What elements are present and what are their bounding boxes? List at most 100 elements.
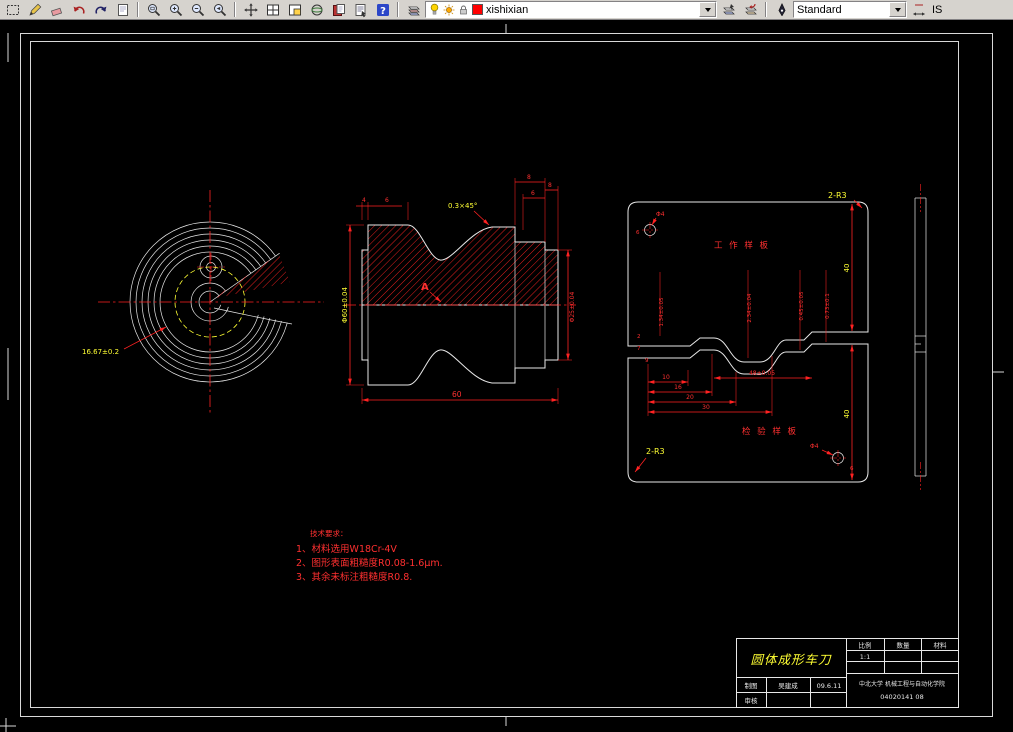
- plot-preview-button[interactable]: [112, 0, 133, 19]
- pen-nib-icon: [778, 2, 785, 16]
- template-view: 2-R3 2-R3 工 作 样 板 检 验 样 板 40 40 10 16 20…: [627, 191, 869, 483]
- dim-style-icon: [912, 4, 925, 16]
- pan-icon: [243, 2, 258, 17]
- hole-dim-top: Φ4: [656, 211, 665, 218]
- small-dim-1: 2: [637, 334, 641, 340]
- text-style-button[interactable]: [771, 0, 792, 19]
- eraser-icon: [50, 7, 62, 16]
- style-combo[interactable]: Standard: [793, 1, 907, 18]
- viewports-icon: [266, 4, 279, 15]
- lock-icon: [460, 5, 467, 14]
- properties-icon: [355, 3, 366, 17]
- title-block: 圆体成形车刀 比例 数量 材料 1:1 制图 吴建成 09.6.11 审核 中北…: [736, 638, 959, 708]
- chain-dim-1: 10: [662, 374, 670, 381]
- check-template-label: 检 验 样 板: [742, 426, 798, 437]
- chain-dim-3: 20: [686, 394, 694, 401]
- viewports-button[interactable]: [262, 0, 283, 19]
- sketch-tool-button[interactable]: [24, 0, 45, 19]
- help-icon: ?: [376, 3, 389, 17]
- layer-combo-value: xishixian: [486, 3, 529, 16]
- maker-date: 09.6.11: [817, 682, 842, 690]
- height-dim-bottom: 40: [843, 410, 851, 419]
- zoom-out-button[interactable]: [187, 0, 208, 19]
- sun-icon: [443, 4, 455, 15]
- zoom-in-icon: [169, 3, 182, 16]
- technical-notes: 技术要求： 1、材料选用W18Cr-4V 2、图形表面粗糙度R0.08-1.6μ…: [296, 528, 443, 583]
- notes-heading: 技术要求：: [310, 528, 348, 538]
- layer-manager-button[interactable]: [403, 0, 424, 19]
- chamfer-dim: 0.3×45°: [448, 202, 477, 210]
- svg-text:?: ?: [380, 6, 386, 17]
- selection-tool-button[interactable]: [2, 0, 23, 19]
- shank-dim: Φ25±0.04: [569, 291, 576, 322]
- dim-style-button[interactable]: [908, 0, 929, 19]
- pencil-icon: [28, 3, 41, 16]
- profile-dim-4: 0.73±0.1: [825, 293, 831, 319]
- width-dim: 48±0.05: [749, 370, 775, 377]
- redo-icon: [94, 6, 106, 14]
- undo-button[interactable]: [68, 0, 89, 19]
- note-2: 2、图形表面粗糙度R0.08-1.6μm.: [296, 557, 443, 569]
- dim-right-3: 6: [531, 190, 535, 197]
- named-views-icon: [288, 4, 301, 15]
- front-radius-dim: 16.67±0.2: [82, 348, 119, 356]
- eraser-tool-button[interactable]: [46, 0, 67, 19]
- header-qty: 数量: [897, 641, 911, 650]
- zoom-window-button[interactable]: [143, 0, 164, 19]
- hole-offset-top: 6: [636, 230, 640, 236]
- cad-drawing: 16.67±0.2 4 6 0.3×45° 8 8 6 Φ60±0.04 A 6…: [0, 24, 1004, 732]
- zoom-out-icon: [191, 3, 204, 16]
- chain-dim-4: 30: [702, 404, 710, 411]
- main-toolbar: ? xishixian Standard IS: [0, 0, 1013, 20]
- side-strip-view: [914, 184, 927, 490]
- redo-button[interactable]: [90, 0, 111, 19]
- profile-dim-3: 0.45±0.05: [799, 291, 805, 321]
- hole-dim-bottom: Φ4: [810, 443, 819, 450]
- dim-top-2: 6: [385, 197, 389, 204]
- toolbar-separator: [765, 2, 767, 17]
- layer-color-swatch: [472, 4, 483, 15]
- dim-top-1: 4: [362, 197, 366, 204]
- style-combo-value: Standard: [797, 3, 842, 16]
- length-dim: 60: [452, 390, 462, 399]
- profile-dim-1: 1.34±0.05: [659, 297, 665, 327]
- chevron-down-icon: [704, 7, 711, 12]
- corner-radius-bottom: 2-R3: [646, 447, 665, 456]
- help-button[interactable]: ?: [372, 0, 393, 19]
- note-1: 1、材料选用W18Cr-4V: [296, 543, 397, 555]
- undo-icon: [73, 6, 85, 14]
- hole-offset-bottom: 6: [850, 466, 854, 472]
- zoom-previous-icon: [213, 3, 226, 16]
- height-dim-top: 40: [843, 264, 851, 273]
- checker-label: 审核: [745, 696, 759, 705]
- orbit-button[interactable]: [306, 0, 327, 19]
- style-combo-dropdown-button[interactable]: [889, 2, 906, 17]
- part-name: 圆体成形车刀: [750, 652, 832, 667]
- design-center-button[interactable]: [328, 0, 349, 19]
- toolbar-separator: [137, 2, 139, 17]
- sheet-frame: [0, 24, 1004, 732]
- properties-button[interactable]: [350, 0, 371, 19]
- section-label: A: [421, 282, 429, 293]
- note-3: 3、其余未标注粗糙度R0.8.: [296, 571, 412, 583]
- lightbulb-icon: [430, 3, 439, 15]
- named-views-button[interactable]: [284, 0, 305, 19]
- maker-label: 制图: [745, 681, 758, 690]
- drawing-canvas[interactable]: 16.67±0.2 4 6 0.3×45° 8 8 6 Φ60±0.04 A 6…: [0, 20, 1013, 732]
- front-view: 16.67±0.2: [82, 190, 324, 414]
- layer-combo-dropdown-button[interactable]: [699, 2, 716, 17]
- zoom-in-button[interactable]: [165, 0, 186, 19]
- section-view: 4 6 0.3×45° 8 8 6 Φ60±0.04 A 60 Φ25±0.04: [341, 174, 576, 404]
- make-object-layer-current-button[interactable]: [718, 0, 739, 19]
- diameter-dim: Φ60±0.04: [341, 287, 349, 323]
- header-material: 材料: [934, 641, 948, 650]
- layer-previous-button[interactable]: [740, 0, 761, 19]
- profile-dim-2: 2.34±0.04: [747, 293, 753, 323]
- dim-right-1: 8: [527, 174, 531, 181]
- small-dim-2: 7: [637, 346, 641, 352]
- dim-right-2: 8: [548, 182, 552, 189]
- layer-combo[interactable]: xishixian: [425, 1, 717, 18]
- pan-button[interactable]: [240, 0, 261, 19]
- zoom-window-icon: [147, 3, 160, 16]
- zoom-previous-button[interactable]: [209, 0, 230, 19]
